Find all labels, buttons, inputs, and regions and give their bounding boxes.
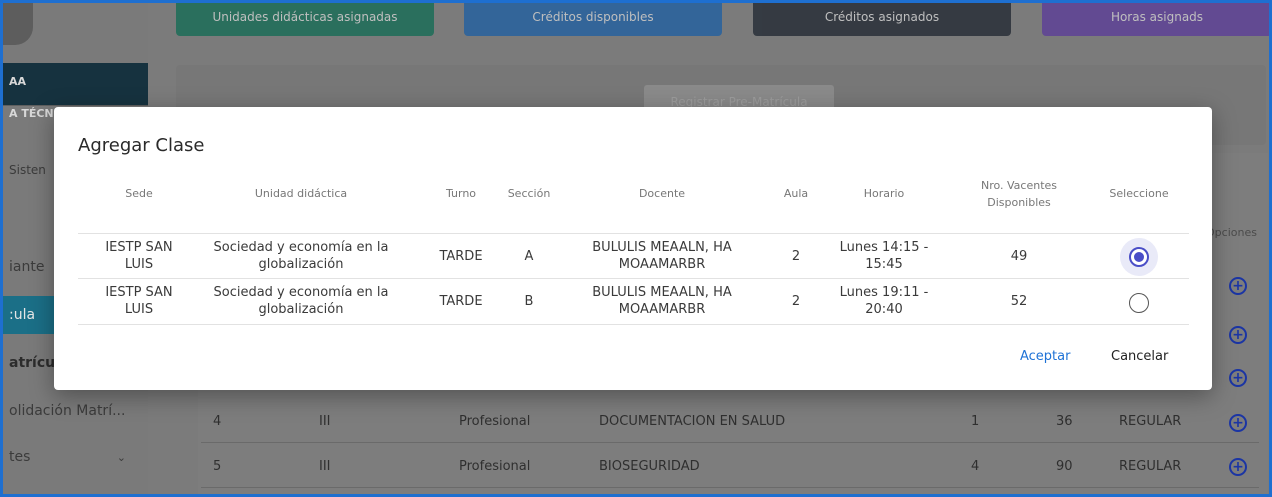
add-icon[interactable]: + (1229, 458, 1247, 476)
row-nombre: BIOSEGURIDAD (599, 459, 700, 474)
card-label: Créditos asignados (824, 10, 940, 24)
card-creditos-asignados: Créditos asignados (753, 3, 1011, 36)
cell-line: BULULIS MEAALN, HA (592, 240, 732, 255)
header-aula: Aula (783, 187, 809, 200)
cell-vacantes: 52 (1010, 294, 1028, 309)
cell-line: IESTP SAN (105, 240, 173, 255)
user-name: AA (9, 75, 27, 88)
cell-line: BULULIS MEAALN, HA (592, 285, 732, 300)
header-seleccione: Seleccione (1109, 187, 1169, 200)
header-vacantes-line2: Disponibles (987, 196, 1051, 209)
cell-aula: 2 (791, 249, 801, 264)
cell-unidad: Sociedad y economía en la globalización (201, 239, 401, 273)
chevron-down-icon: ⌄ (116, 451, 126, 464)
row-creditos: 1 (971, 414, 980, 429)
row-number: 4 (213, 414, 222, 429)
cell-line: MOAAMARBR (618, 302, 706, 317)
header-unidad: Unidad didáctica (254, 187, 348, 200)
header-turno: Turno (445, 187, 477, 200)
cell-line: MOAAMARBR (618, 257, 706, 272)
cancel-button[interactable]: Cancelar (1111, 349, 1168, 364)
card-creditos-disponibles: Créditos disponibles (464, 3, 722, 36)
options-header: Opciones (1206, 226, 1257, 239)
user-role: A TÉCN (9, 107, 54, 120)
select-radio-selected[interactable] (1129, 247, 1149, 267)
sidebar-divider (3, 105, 148, 106)
cell-line: Lunes 19:11 - (839, 285, 929, 300)
row-tipo: Profesional (459, 414, 531, 429)
cell-line: globalización (258, 257, 344, 272)
cell-turno: TARDE (439, 249, 483, 264)
cell-line: Sociedad y economía en la (213, 240, 389, 255)
cell-line: Lunes 14:15 - (839, 240, 929, 255)
select-radio[interactable] (1129, 293, 1149, 313)
cell-line: IESTP SAN (105, 285, 173, 300)
avatar (3, 3, 33, 45)
row-ciclo: III (319, 414, 331, 429)
cell-line: LUIS (124, 257, 154, 272)
cell-line: 20:40 (865, 302, 903, 317)
header-vacantes-line1: Nro. Vacentes (980, 179, 1058, 192)
add-icon[interactable]: + (1229, 414, 1247, 432)
header-seccion: Sección (507, 187, 551, 200)
cell-horario: Lunes 19:11 - 20:40 (829, 284, 939, 318)
screen-frame: AA A TÉCN Sisten iante :ula atrícu olida… (0, 0, 1272, 497)
cell-vacantes: 49 (1010, 249, 1028, 264)
cell-docente: BULULIS MEAALN, HA MOAAMARBR (584, 284, 740, 318)
sidebar-item-label: tes (9, 449, 31, 465)
table-row: 4 III Profesional DOCUMENTACION EN SALUD… (201, 401, 1259, 443)
row-estado: REGULAR (1119, 459, 1182, 474)
cell-line: LUIS (124, 302, 154, 317)
table-row: 5 III Profesional BIOSEGURIDAD 4 90 REGU… (201, 446, 1259, 488)
card-label: Horas asignads (1110, 10, 1204, 24)
add-icon[interactable]: + (1229, 277, 1247, 295)
cell-line: globalización (258, 302, 344, 317)
cell-line: 15:45 (865, 257, 903, 272)
dialog-title: Agregar Clase (78, 135, 205, 156)
header-sede: Sede (125, 187, 153, 200)
row-creditos: 4 (971, 459, 980, 474)
row-estado: REGULAR (1119, 414, 1182, 429)
row-tipo: Profesional (459, 459, 531, 474)
card-horas-asignadas: Horas asignads (1042, 3, 1269, 36)
row-divider (78, 324, 1189, 325)
header-divider (78, 233, 1189, 234)
row-horas: 36 (1056, 414, 1073, 429)
row-number: 5 (213, 459, 222, 474)
card-label: Créditos disponibles (532, 10, 654, 24)
sidebar-item-reportes[interactable]: tes ⌄ (3, 449, 148, 465)
cell-seccion: B (524, 294, 534, 309)
cell-line: Sociedad y economía en la (213, 285, 389, 300)
add-icon[interactable]: + (1229, 326, 1247, 344)
cell-horario: Lunes 14:15 - 15:45 (829, 239, 939, 273)
header-horario: Horario (863, 187, 905, 200)
cell-unidad: Sociedad y economía en la globalización (201, 284, 401, 318)
row-divider (78, 278, 1189, 279)
header-docente: Docente (638, 187, 686, 200)
add-icon[interactable]: + (1229, 369, 1247, 387)
cell-seccion: A (524, 249, 534, 264)
cell-turno: TARDE (439, 294, 483, 309)
card-unidades: Unidades didácticas asignadas (176, 3, 434, 36)
cell-sede: IESTP SAN LUIS (84, 284, 194, 318)
add-class-dialog: Agregar Clase Sede Unidad didáctica Turn… (54, 107, 1212, 390)
sidebar-item-consolidacion[interactable]: olidación Matrí... (3, 403, 148, 419)
cell-sede: IESTP SAN LUIS (84, 239, 194, 273)
cell-docente: BULULIS MEAALN, HA MOAAMARBR (584, 239, 740, 273)
accept-button[interactable]: Aceptar (1020, 349, 1070, 364)
cell-aula: 2 (791, 294, 801, 309)
row-nombre: DOCUMENTACION EN SALUD (599, 414, 786, 429)
card-label: Unidades didácticas asignadas (212, 10, 398, 24)
row-horas: 90 (1056, 459, 1073, 474)
row-ciclo: III (319, 459, 331, 474)
